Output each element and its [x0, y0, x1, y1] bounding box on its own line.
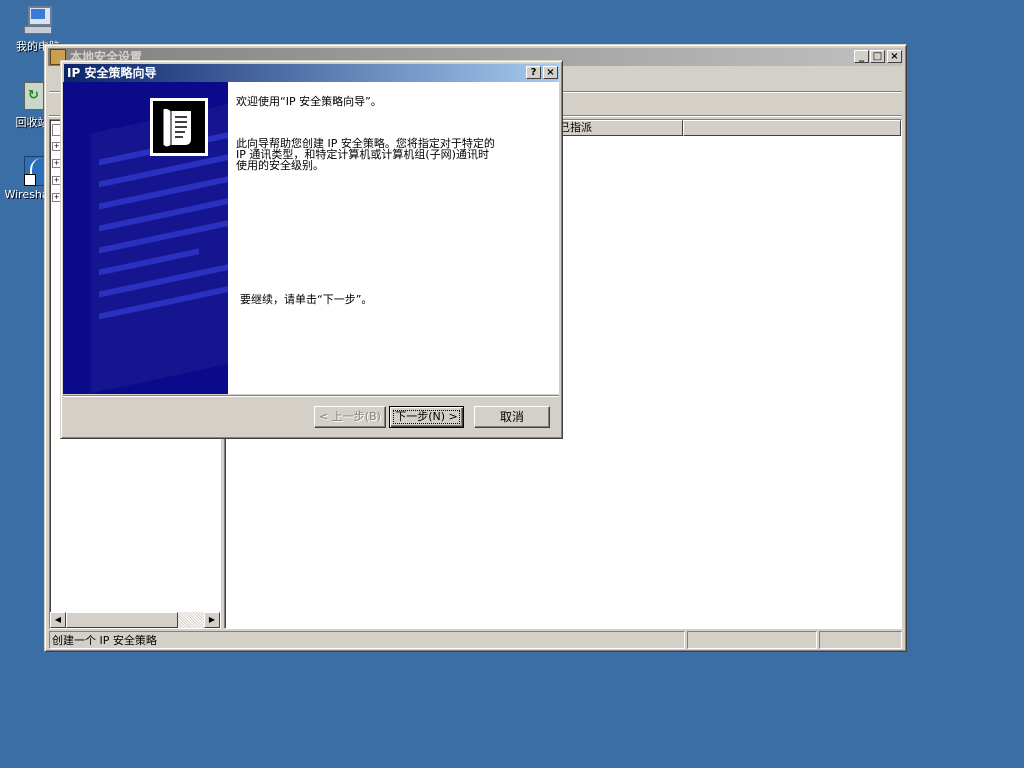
- column-header-filler: [683, 120, 901, 136]
- mmc-close-button[interactable]: ×: [887, 50, 902, 63]
- back-button[interactable]: < 上一步(B): [314, 406, 386, 428]
- next-button-focus-ring: [393, 410, 460, 424]
- wizard-title-bar: IP 安全策略向导 ? ×: [64, 64, 559, 82]
- status-pane-2: [687, 631, 817, 649]
- status-text: 创建一个 IP 安全策略: [49, 631, 685, 649]
- tree-horizontal-scrollbar[interactable]: ◀ ▶: [50, 612, 220, 628]
- wizard-banner: [63, 82, 228, 394]
- wizard-scroll-icon: [150, 98, 208, 156]
- wizard-help-button[interactable]: ?: [526, 66, 541, 79]
- wizard-close-button[interactable]: ×: [543, 66, 558, 79]
- next-button[interactable]: 下一步(N) >: [389, 406, 464, 428]
- wizard-content-area: 欢迎使用“IP 安全策略向导”。 此向导帮助您创建 IP 安全策略。您将指定对于…: [63, 82, 559, 394]
- scroll-right-button[interactable]: ▶: [204, 612, 220, 628]
- mmc-minimize-button[interactable]: _: [854, 50, 869, 63]
- wizard-description: 此向导帮助您创建 IP 安全策略。您将指定对于特定的 IP 通讯类型，和特定计算…: [236, 138, 495, 171]
- ip-security-policy-wizard: IP 安全策略向导 ? × 欢迎使用“IP 安全策略向导”。 此向导帮助您创建 …: [60, 60, 563, 439]
- scroll-left-button[interactable]: ◀: [50, 612, 66, 628]
- scroll-thumb[interactable]: [66, 612, 178, 628]
- column-header-label: 已指派: [559, 121, 592, 134]
- my-computer-icon: [22, 4, 54, 36]
- wizard-description-line: 使用的安全级别。: [236, 159, 324, 172]
- wizard-continue-text: 要继续，请单击“下一步”。: [240, 293, 373, 306]
- wizard-welcome-text: 欢迎使用“IP 安全策略向导”。: [236, 95, 382, 108]
- mmc-maximize-button[interactable]: □: [870, 50, 885, 63]
- column-header-assigned[interactable]: 已指派: [555, 120, 683, 136]
- wizard-title: IP 安全策略向导: [67, 66, 157, 80]
- wizard-divider: [63, 395, 559, 397]
- mmc-status-bar: 创建一个 IP 安全策略: [49, 631, 902, 649]
- status-pane-3: [819, 631, 902, 649]
- cancel-button[interactable]: 取消: [474, 406, 550, 428]
